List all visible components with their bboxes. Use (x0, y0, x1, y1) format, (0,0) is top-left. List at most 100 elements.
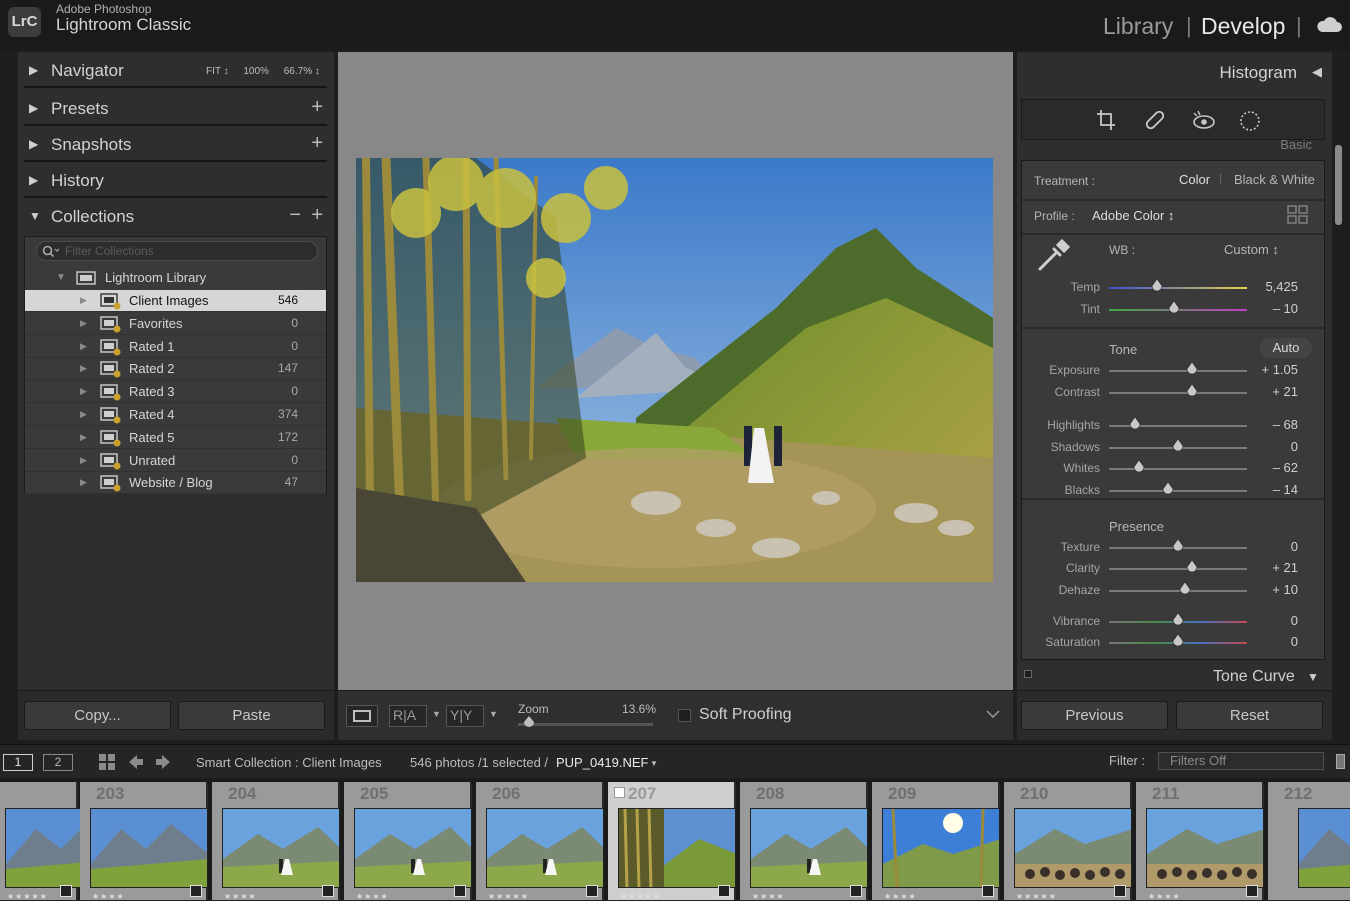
module-develop[interactable]: Develop (1201, 13, 1285, 40)
filmstrip-thumbnail[interactable]: 206 ★★★★★ (476, 782, 604, 901)
cloud-icon[interactable] (1316, 16, 1342, 34)
profile-browser-icon[interactable] (1287, 205, 1309, 225)
clarity-value[interactable]: + 21 (1272, 560, 1298, 575)
soft-proofing-checkbox[interactable] (678, 709, 691, 722)
copy-button[interactable]: Copy... (24, 701, 171, 730)
vibrance-slider-thumb[interactable] (1172, 613, 1184, 626)
back-arrow-icon[interactable] (127, 753, 145, 771)
window-2-button[interactable]: 2 (43, 754, 73, 771)
shadows-value[interactable]: 0 (1291, 439, 1298, 454)
temp-slider[interactable] (1109, 287, 1247, 289)
whites-slider[interactable] (1109, 468, 1247, 470)
temp-value[interactable]: 5,425 (1265, 279, 1298, 294)
collection-row[interactable]: ▶ Rated 3 0 (25, 381, 326, 404)
tone-curve-title[interactable]: Tone Curve (1213, 668, 1295, 686)
main-photo[interactable] (356, 158, 993, 582)
history-header[interactable]: ▶ History (24, 164, 327, 198)
wb-select[interactable]: Custom ↕ (1224, 242, 1279, 257)
dropdown-icon[interactable]: ▼ (432, 709, 441, 719)
tint-slider-thumb[interactable] (1168, 301, 1180, 314)
basic-panel-header[interactable]: Basic (1280, 137, 1312, 152)
zoom-fit-option[interactable]: FIT ↕ (206, 66, 229, 77)
zoom-custom-option[interactable]: 66.7% ↕ (284, 66, 320, 77)
temp-slider-thumb[interactable] (1151, 279, 1163, 292)
previous-button[interactable]: Previous (1021, 701, 1168, 730)
panel-toggle-checkbox[interactable] (1024, 670, 1032, 678)
masking-icon[interactable] (1238, 109, 1262, 133)
blacks-slider-thumb[interactable] (1162, 482, 1174, 495)
saturation-value[interactable]: 0 (1291, 634, 1298, 649)
blacks-value[interactable]: – 14 (1273, 482, 1298, 497)
filmstrip-thumbnail[interactable]: 207 ★★★★★ (608, 782, 736, 901)
filmstrip-thumbnail[interactable]: ★★★★★ (0, 782, 123, 901)
forward-arrow-icon[interactable] (154, 753, 172, 771)
loupe-view-button[interactable] (346, 705, 378, 727)
grid-view-icon[interactable] (98, 753, 116, 771)
clarity-slider[interactable] (1109, 568, 1247, 570)
shadows-slider-thumb[interactable] (1172, 439, 1184, 452)
module-library[interactable]: Library (1103, 13, 1173, 40)
healing-icon[interactable] (1144, 109, 1166, 131)
collection-row[interactable]: ▶ Rated 5 172 (25, 427, 326, 449)
tint-value[interactable]: – 10 (1273, 301, 1298, 316)
highlights-value[interactable]: – 68 (1273, 417, 1298, 432)
contrast-value[interactable]: + 21 (1272, 384, 1298, 399)
filter-select[interactable]: Filters Off (1158, 752, 1324, 770)
collection-row[interactable]: ▶ Favorites 0 (25, 313, 326, 335)
filter-collections-input[interactable]: Filter Collections (36, 241, 318, 261)
whites-value[interactable]: – 62 (1273, 460, 1298, 475)
contrast-slider[interactable] (1109, 392, 1247, 394)
filmstrip-thumbnail[interactable]: 210 ★★★★★ (1004, 782, 1132, 901)
histogram-title[interactable]: Histogram (1220, 63, 1297, 83)
reset-button[interactable]: Reset (1176, 701, 1323, 730)
window-1-button[interactable]: 1 (3, 754, 33, 771)
filmstrip-thumbnail[interactable]: 205 ★★★★ (344, 782, 472, 901)
auto-tone-button[interactable]: Auto (1260, 338, 1312, 358)
exposure-value[interactable]: + 1.05 (1261, 362, 1298, 377)
lightroom-library-row[interactable]: ▼ Lightroom Library (25, 267, 326, 289)
dropdown-icon[interactable]: ▼ (489, 709, 498, 719)
dehaze-value[interactable]: + 10 (1272, 582, 1298, 597)
filmstrip-thumbnail[interactable]: 212 (1268, 782, 1350, 900)
collections-header[interactable]: ▼ Collections − + (24, 200, 327, 234)
treatment-bw-option[interactable]: Black & White (1234, 172, 1315, 187)
toolbar-menu-chevron-icon[interactable] (986, 709, 1000, 719)
red-eye-icon[interactable] (1192, 109, 1216, 131)
collection-row[interactable]: ▶ Rated 2 147 (25, 358, 326, 381)
pick-flag-icon[interactable] (614, 787, 625, 798)
filmstrip-thumbnail[interactable]: 211 ★★★★ (1136, 782, 1264, 901)
add-preset-button[interactable]: + (311, 96, 323, 119)
collection-row[interactable]: ▶ Website / Blog 47 (25, 472, 326, 495)
zoom-slider[interactable] (518, 723, 653, 726)
collection-row[interactable]: ▶ Client Images 546 (25, 290, 326, 312)
paste-button[interactable]: Paste (178, 701, 325, 730)
histogram-collapse-icon[interactable]: ◀ (1312, 64, 1322, 80)
current-filename[interactable]: PUP_0419.NEF (556, 755, 649, 770)
dehaze-slider-thumb[interactable] (1179, 582, 1191, 595)
snapshots-header[interactable]: ▶ Snapshots + (24, 128, 327, 162)
filmstrip-thumbnail[interactable]: 208 ★★★★ (740, 782, 868, 901)
filmstrip-thumbnail[interactable]: 209 ★★★★ (872, 782, 1000, 901)
filter-lock-toggle[interactable] (1336, 754, 1345, 769)
highlights-slider-thumb[interactable] (1129, 417, 1141, 430)
add-snapshot-button[interactable]: + (311, 132, 323, 155)
add-collection-button[interactable]: + (311, 204, 323, 227)
profile-select[interactable]: Adobe Color ↕ (1092, 208, 1174, 223)
exposure-slider[interactable] (1109, 370, 1247, 372)
filename-dropdown-icon[interactable]: ▼ (650, 759, 658, 768)
texture-value[interactable]: 0 (1291, 539, 1298, 554)
remove-collection-button[interactable]: − (289, 204, 301, 227)
contrast-slider-thumb[interactable] (1186, 384, 1198, 397)
zoom-slider-thumb[interactable] (523, 716, 535, 728)
vibrance-value[interactable]: 0 (1291, 613, 1298, 628)
filmstrip-thumbnail[interactable]: 203 ★★★★ (80, 782, 208, 901)
crop-icon[interactable] (1096, 109, 1116, 131)
before-after-split-button[interactable]: Y|Y (446, 705, 484, 727)
texture-slider-thumb[interactable] (1172, 539, 1184, 552)
source-label[interactable]: Smart Collection : Client Images (196, 755, 382, 770)
exposure-slider-thumb[interactable] (1186, 362, 1198, 375)
right-panel-scrollbar[interactable] (1335, 145, 1342, 225)
before-after-button[interactable]: R|A (389, 705, 427, 727)
wb-eyedropper-icon[interactable] (1034, 237, 1072, 275)
presets-header[interactable]: ▶ Presets + (24, 92, 327, 126)
